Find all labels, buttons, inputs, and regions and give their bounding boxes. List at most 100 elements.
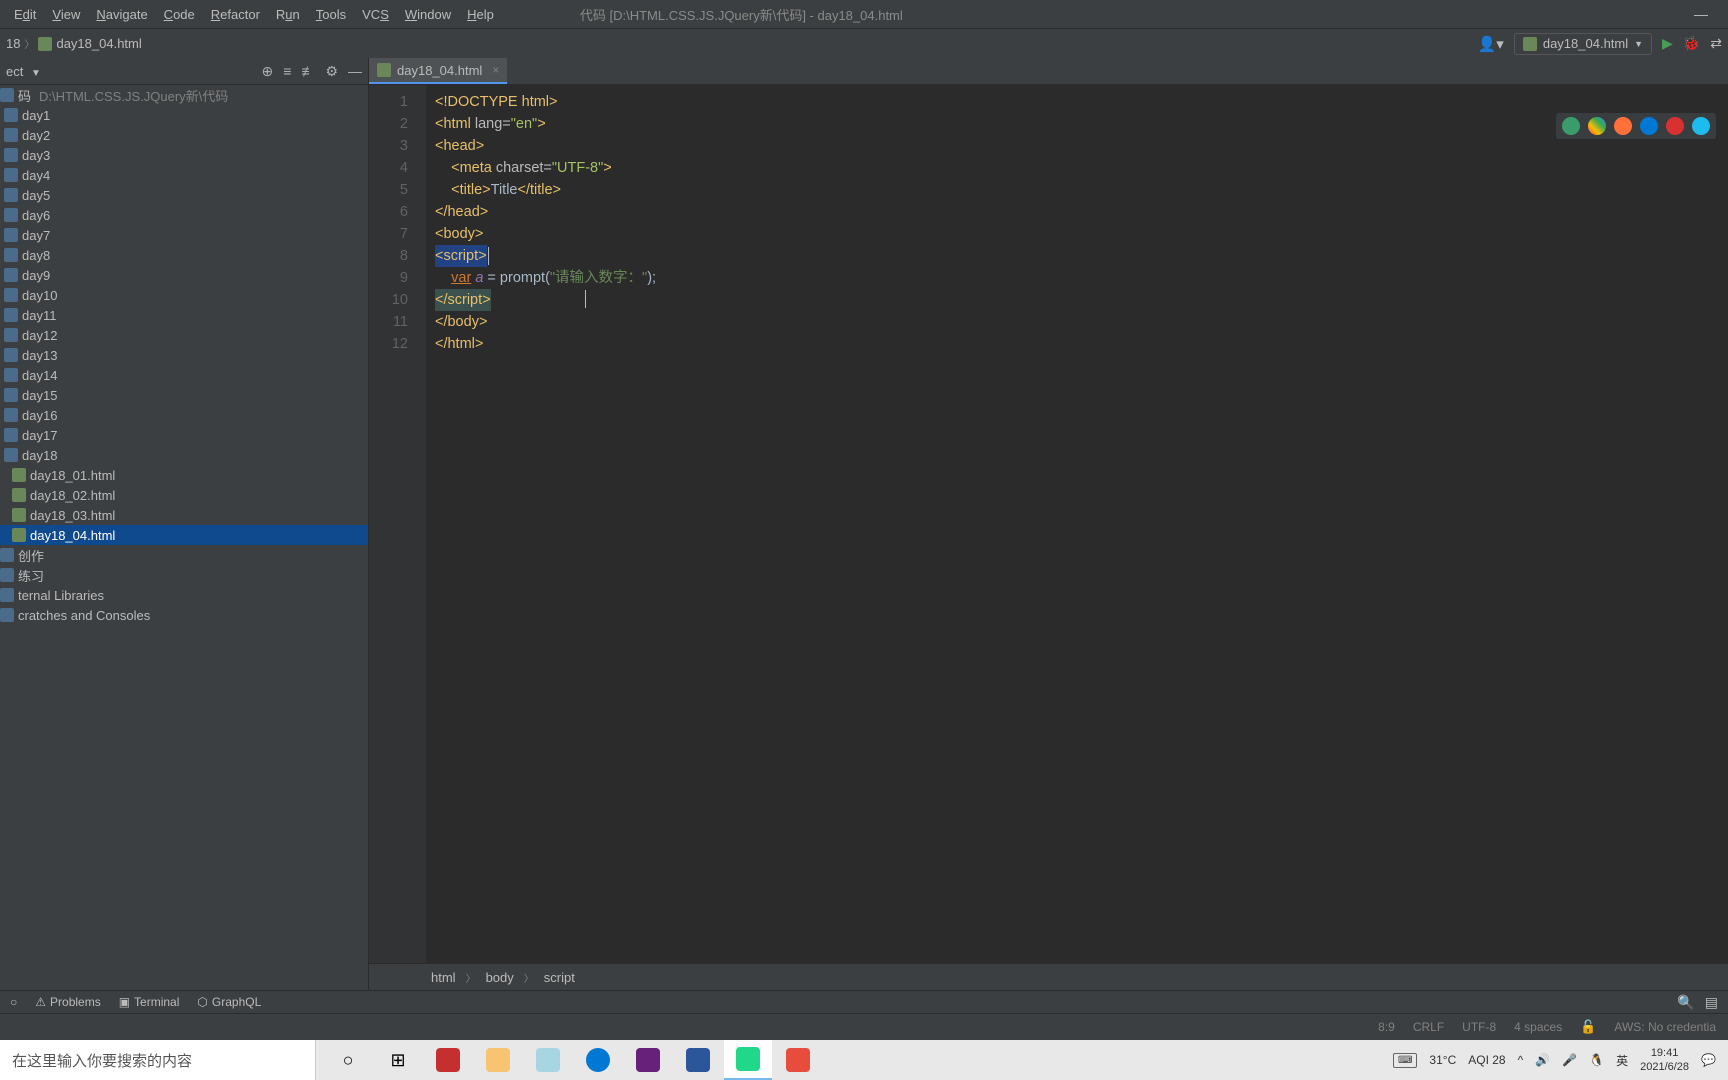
app-ie[interactable] <box>674 1040 722 1080</box>
file-encoding[interactable]: UTF-8 <box>1462 1020 1496 1034</box>
menu-navigate[interactable]: Navigate <box>90 5 153 24</box>
ime-indicator[interactable]: 英 <box>1616 1052 1628 1069</box>
add-user-icon[interactable]: 👤▾ <box>1478 35 1504 53</box>
breadcrumb-file[interactable]: day18_04.html <box>56 36 141 51</box>
app-explorer[interactable] <box>474 1040 522 1080</box>
breadcrumb-segment[interactable]: 18 <box>6 36 20 51</box>
menu-window[interactable]: Window <box>399 5 457 24</box>
webstorm-icon[interactable] <box>1562 117 1580 135</box>
keyboard-icon[interactable]: ⌨ <box>1393 1053 1417 1068</box>
tree-folder[interactable]: day11 <box>0 305 368 325</box>
editor-tab-active[interactable]: day18_04.html × <box>369 58 507 84</box>
gear-icon[interactable]: ⚙ <box>325 63 338 80</box>
locate-icon[interactable]: ⊕ <box>262 63 274 80</box>
mic-icon[interactable]: 🎤 <box>1562 1053 1577 1067</box>
volume-icon[interactable]: 🔊 <box>1535 1053 1550 1067</box>
tree-folder[interactable]: day12 <box>0 325 368 345</box>
menu-tools[interactable]: Tools <box>310 5 352 24</box>
tree-folder[interactable]: day2 <box>0 125 368 145</box>
problems-tool[interactable]: ⚠ Problems <box>35 995 100 1009</box>
chrome-icon[interactable] <box>1588 117 1606 135</box>
firefox-icon[interactable] <box>1614 117 1632 135</box>
opera-icon[interactable] <box>1666 117 1684 135</box>
tree-folder[interactable]: day4 <box>0 165 368 185</box>
tray-app-icon[interactable]: 🐧 <box>1589 1053 1604 1067</box>
tree-folder[interactable]: day17 <box>0 425 368 445</box>
tree-folder[interactable]: day3 <box>0 145 368 165</box>
clock[interactable]: 19:41 2021/6/28 <box>1640 1046 1689 1074</box>
breadcrumb-body[interactable]: body <box>486 970 514 985</box>
editor-body[interactable]: 123 456 789 101112 <!DOCTYPE html> <html… <box>369 85 1728 963</box>
tree-folder[interactable]: day6 <box>0 205 368 225</box>
app-vs[interactable] <box>624 1040 672 1080</box>
tree-extra[interactable]: ternal Libraries <box>0 585 368 605</box>
tree-root[interactable]: 码 D:\HTML.CSS.JS.JQuery新\代码 <box>0 85 368 105</box>
tree-extra[interactable]: 练习 <box>0 565 368 585</box>
readonly-lock-icon[interactable]: 🔓 <box>1580 1019 1596 1035</box>
tree-file[interactable]: day18_02.html <box>0 485 368 505</box>
app-netease[interactable] <box>424 1040 472 1080</box>
tree-folder[interactable]: day7 <box>0 225 368 245</box>
expand-icon[interactable]: ≡ <box>283 63 291 80</box>
event-log-icon[interactable]: ▤ <box>1705 994 1718 1011</box>
edge-icon[interactable] <box>1640 117 1658 135</box>
breadcrumb-html[interactable]: html <box>431 970 456 985</box>
tree-folder[interactable]: day9 <box>0 265 368 285</box>
line-separator[interactable]: CRLF <box>1413 1020 1444 1034</box>
aqi-value[interactable]: AQI 28 <box>1468 1053 1505 1067</box>
hide-icon[interactable]: — <box>348 63 362 80</box>
aws-status[interactable]: AWS: No credentia <box>1614 1020 1716 1034</box>
windows-search-input[interactable]: 在这里输入你要搜索的内容 <box>0 1040 316 1080</box>
tree-file[interactable]: day18_01.html <box>0 465 368 485</box>
terminal-tool[interactable]: ▣ Terminal <box>119 995 180 1009</box>
tree-folder[interactable]: day14 <box>0 365 368 385</box>
tree-extra[interactable]: cratches and Consoles <box>0 605 368 625</box>
indent-setting[interactable]: 4 spaces <box>1514 1020 1562 1034</box>
cortana-icon[interactable]: ○ <box>324 1040 372 1080</box>
tree-folder[interactable]: day13 <box>0 345 368 365</box>
ie-icon[interactable] <box>1692 117 1710 135</box>
run-with-coverage-button[interactable]: ⇄ <box>1710 35 1722 52</box>
collapse-icon[interactable]: ≢ <box>301 63 315 80</box>
debug-button[interactable]: 🐞 <box>1683 35 1700 52</box>
app-edge[interactable] <box>574 1040 622 1080</box>
menu-view[interactable]: View <box>46 5 86 24</box>
menu-help[interactable]: Help <box>461 5 500 24</box>
notifications-icon[interactable]: 💬 <box>1701 1053 1716 1067</box>
run-button[interactable]: ▶ <box>1662 35 1673 52</box>
tree-file[interactable]: day18_03.html <box>0 505 368 525</box>
menu-run[interactable]: Run <box>270 5 306 24</box>
project-view-label[interactable]: ect ▼ <box>6 64 262 79</box>
tree-folder[interactable]: day1 <box>0 105 368 125</box>
close-tab-icon[interactable]: × <box>492 63 499 77</box>
project-tree[interactable]: 码 D:\HTML.CSS.JS.JQuery新\代码 day1day2day3… <box>0 85 368 990</box>
tree-folder[interactable]: day5 <box>0 185 368 205</box>
code-area[interactable]: <!DOCTYPE html> <html lang="en"> <head> … <box>427 85 1728 963</box>
tree-folder[interactable]: day16 <box>0 405 368 425</box>
tree-extra[interactable]: 创作 <box>0 545 368 565</box>
menu-refactor[interactable]: Refactor <box>205 5 266 24</box>
menu-code[interactable]: Code <box>158 5 201 24</box>
todo-tool[interactable]: ○ <box>10 995 17 1009</box>
graphql-tool[interactable]: ⬡ GraphQL <box>197 995 261 1009</box>
tree-folder[interactable]: day10 <box>0 285 368 305</box>
menu-vcs[interactable]: VCS <box>356 5 395 24</box>
tree-folder[interactable]: day15 <box>0 385 368 405</box>
app-youdao[interactable] <box>774 1040 822 1080</box>
search-icon[interactable]: 🔍 <box>1677 994 1694 1011</box>
menu-edit[interactable]: Edit <box>8 5 42 24</box>
breadcrumb-script[interactable]: script <box>544 970 575 985</box>
app-webstorm[interactable] <box>724 1040 772 1080</box>
app-notepad[interactable] <box>524 1040 572 1080</box>
task-view-icon[interactable]: ⊞ <box>374 1040 422 1080</box>
tree-folder[interactable]: day8 <box>0 245 368 265</box>
tree-folder[interactable]: day18 <box>0 445 368 465</box>
minimize-icon[interactable]: — <box>1694 6 1708 22</box>
cursor-position[interactable]: 8:9 <box>1378 1020 1395 1034</box>
html-file-icon <box>12 508 26 522</box>
tray-expand-icon[interactable]: ^ <box>1518 1053 1524 1067</box>
taskbar-apps: ○ ⊞ <box>316 1040 822 1080</box>
tree-file[interactable]: day18_04.html <box>0 525 368 545</box>
weather-temp[interactable]: 31°C <box>1429 1053 1456 1067</box>
run-configuration-dropdown[interactable]: day18_04.html ▼ <box>1514 33 1652 55</box>
